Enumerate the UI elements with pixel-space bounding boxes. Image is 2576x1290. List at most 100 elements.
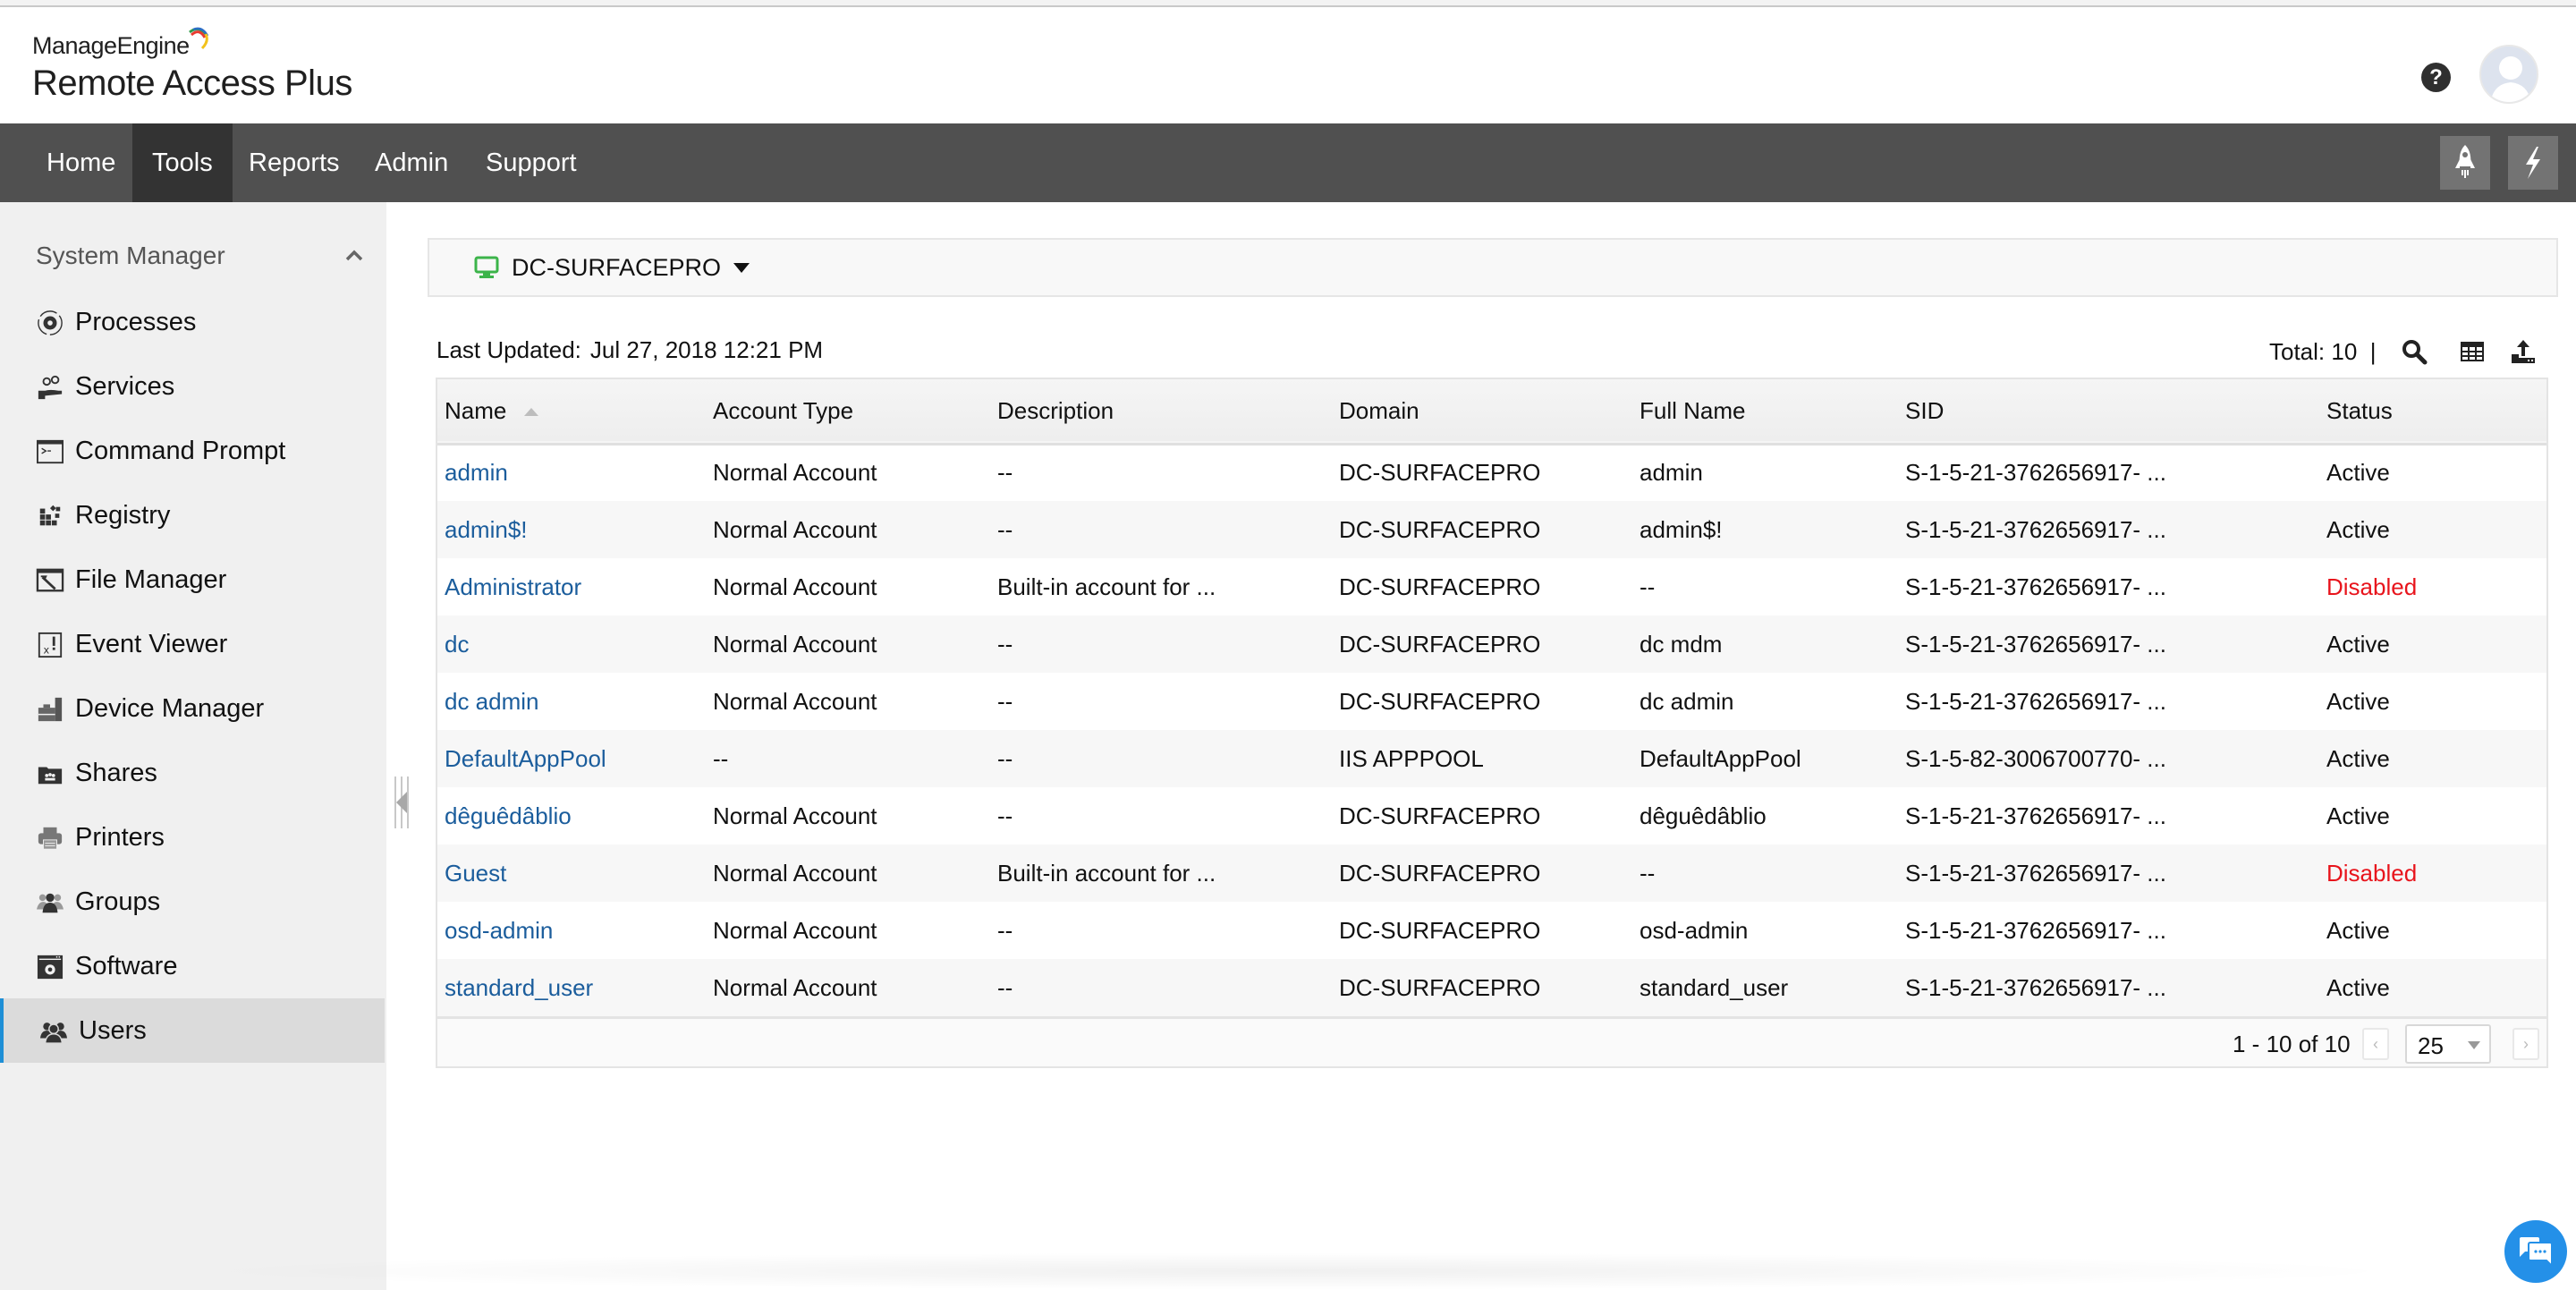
sidebar-item-groups[interactable]: Groups — [0, 870, 385, 934]
user-name-link[interactable]: dêguêdâblio — [445, 802, 572, 829]
sidebar-section-title: System Manager — [36, 242, 225, 269]
device-manager-icon — [38, 697, 63, 722]
page-size-select[interactable]: 25 — [2405, 1024, 2491, 1064]
sidebar-item-processes[interactable]: Processes — [0, 290, 385, 354]
table-row[interactable]: dc Normal Account -- DC-SURFACEPRO dc mdm S-1… — [437, 615, 2546, 673]
sidebar-item-label: Registry — [75, 501, 171, 530]
search-icon[interactable] — [2401, 338, 2428, 365]
table-row[interactable]: admin$! Normal Account -- DC-SURFACEPRO admi… — [437, 501, 2546, 558]
shares-folder-icon — [38, 767, 63, 785]
file-manager-icon — [36, 568, 64, 592]
previous-page-button[interactable]: ‹ — [2362, 1028, 2389, 1060]
cell-sid: S-1-5-21-3762656917- ... — [1905, 630, 2166, 658]
column-header-sid[interactable]: SID — [1898, 379, 2312, 444]
sidebar-item-label: Users — [79, 1016, 147, 1045]
sort-ascending-icon[interactable] — [524, 408, 539, 417]
command-prompt-icon — [37, 439, 64, 464]
product-name: Remote Access Plus — [32, 64, 352, 103]
table-row[interactable]: standard_user Normal Account -- DC-SURFACEP… — [437, 959, 2546, 1016]
product-logo[interactable]: ManageEngine Remote Access Plus — [32, 27, 352, 104]
pagination-bar: 1 - 10 of 10 ‹ 25 › — [437, 1016, 2546, 1066]
table-row[interactable]: dêguêdâblio Normal Account -- DC-SURFACEPRO… — [437, 787, 2546, 844]
cell-domain: DC-SURFACEPRO — [1339, 515, 1541, 543]
chat-bubbles-icon — [2520, 1237, 2553, 1268]
quick-launch-button[interactable] — [2440, 136, 2490, 190]
cell-sid: S-1-5-21-3762656917- ... — [1905, 802, 2166, 829]
table-row[interactable]: osd-admin Normal Account -- DC-SURFACEPRO os… — [437, 902, 2546, 959]
nav-admin[interactable]: Admin — [355, 123, 468, 202]
sidebar-item-services[interactable]: Services — [0, 354, 385, 419]
cell-sid: S-1-5-21-3762656917- ... — [1905, 687, 2166, 715]
sidebar-item-label: Printers — [75, 823, 165, 852]
chat-support-button[interactable] — [2504, 1220, 2567, 1283]
nav-support[interactable]: Support — [466, 123, 597, 202]
column-header-status[interactable]: Status — [2312, 379, 2546, 444]
nav-tools[interactable]: Tools — [132, 123, 233, 202]
cell-name: dc — [437, 615, 706, 673]
table-row[interactable]: DefaultAppPool -- -- IIS APPPOOL DefaultAppP… — [437, 730, 2546, 787]
user-name-link[interactable]: admin$! — [445, 516, 528, 543]
cell-account-type: Normal Account — [713, 573, 877, 600]
sidebar-item-users[interactable]: Users — [0, 998, 385, 1063]
total-count: Total: 10 | — [2269, 338, 2377, 365]
user-name-link[interactable]: standard_user — [445, 974, 593, 1001]
sidebar-item-command-prompt[interactable]: Command Prompt — [0, 419, 385, 483]
cell-sid: S-1-5-21-3762656917- ... — [1905, 515, 2166, 543]
cell-description: -- — [997, 687, 1013, 715]
table-row[interactable]: dc admin Normal Account -- DC-SURFACEPRO dc … — [437, 673, 2546, 730]
help-question-icon[interactable]: ? — [2421, 63, 2451, 92]
brand-name: ManageEngine — [32, 27, 208, 60]
column-header-description[interactable]: Description — [990, 379, 1332, 444]
user-name-link[interactable]: dc — [445, 631, 469, 658]
next-page-button[interactable]: › — [2512, 1028, 2539, 1060]
cell-full-name: osd-admin — [1640, 916, 1749, 944]
sidebar-item-software[interactable]: Software — [0, 934, 385, 998]
user-name-link[interactable]: Guest — [445, 860, 506, 887]
cell-full-name: standard_user — [1640, 973, 1789, 1001]
user-name-link[interactable]: osd-admin — [445, 917, 553, 944]
user-name-link[interactable]: Administrator — [445, 573, 581, 600]
cell-account-type: Normal Account — [713, 973, 877, 1001]
cell-full-name: admin$! — [1640, 515, 1723, 543]
cell-status: Active — [2326, 916, 2390, 944]
sidebar-item-device-manager[interactable]: Device Manager — [0, 676, 385, 741]
sidebar-item-file-manager[interactable]: File Manager — [0, 547, 385, 612]
column-header-full-name[interactable]: Full Name — [1632, 379, 1898, 444]
export-upload-icon[interactable] — [2510, 338, 2537, 365]
column-header-domain[interactable]: Domain — [1332, 379, 1632, 444]
user-avatar[interactable] — [2479, 45, 2538, 104]
sidebar-item-event-viewer[interactable]: x Event Viewer — [0, 612, 385, 676]
column-chooser-grid-icon[interactable] — [2459, 338, 2486, 365]
svg-text:x: x — [44, 644, 50, 656]
sidebar-item-registry[interactable]: Registry — [0, 483, 385, 547]
cell-status: Active — [2326, 459, 2390, 487]
user-name-link[interactable]: dc admin — [445, 688, 539, 715]
cell-account-type: Normal Account — [713, 459, 877, 487]
sidebar-collapse-handle[interactable] — [394, 777, 410, 828]
cell-full-name: admin — [1640, 459, 1703, 487]
device-selector-dropdown[interactable]: DC-SURFACEPRO — [474, 240, 750, 295]
user-name-link[interactable]: DefaultAppPool — [445, 745, 606, 772]
column-header-name[interactable]: Name — [437, 379, 706, 444]
column-header-account-type[interactable]: Account Type — [706, 379, 990, 444]
sidebar-item-shares[interactable]: Shares — [0, 741, 385, 805]
main-navbar: Home Tools Reports Admin Support — [0, 123, 2576, 202]
nav-home[interactable]: Home — [27, 123, 135, 202]
cell-description: -- — [997, 744, 1013, 772]
chevron-up-icon[interactable] — [345, 249, 363, 261]
table-row[interactable]: Guest Normal Account Built-in account for … — [437, 844, 2546, 902]
sidebar-item-printers[interactable]: Printers — [0, 805, 385, 870]
cell-status: Active — [2326, 687, 2390, 715]
quick-actions-button[interactable] — [2508, 136, 2558, 190]
user-name-link[interactable]: admin — [445, 459, 508, 486]
device-name: DC-SURFACEPRO — [512, 253, 722, 281]
table-row[interactable]: Administrator Normal Account Built-in acco… — [437, 558, 2546, 615]
table-row[interactable]: admin Normal Account -- DC-SURFACEPRO admin S… — [437, 444, 2546, 501]
cell-full-name: -- — [1640, 859, 1656, 887]
brand-text: ManageEngine — [32, 32, 190, 59]
cell-description: -- — [997, 630, 1013, 658]
column-label: Name — [445, 396, 507, 424]
lightning-icon — [2526, 147, 2540, 179]
nav-reports[interactable]: Reports — [229, 123, 360, 202]
cell-sid: S-1-5-21-3762656917- ... — [1905, 459, 2166, 487]
